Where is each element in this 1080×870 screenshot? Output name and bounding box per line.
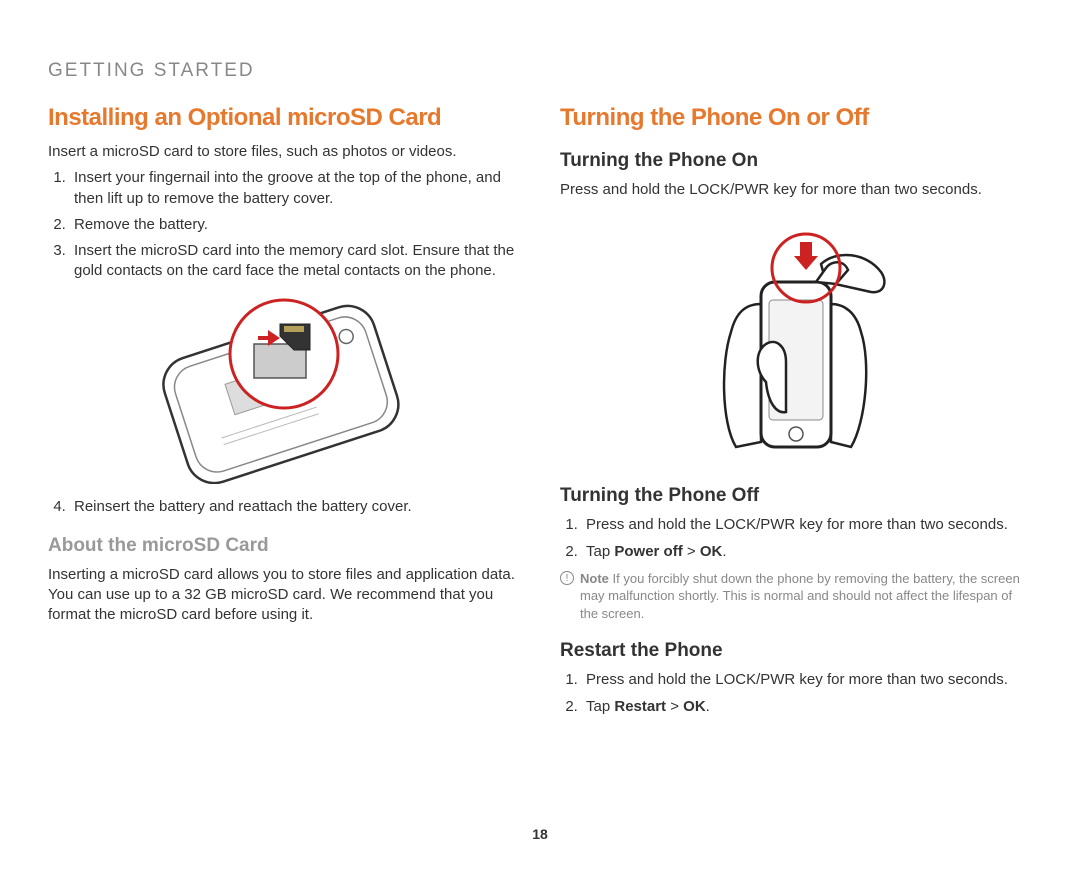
step-1: Insert your fingernail into the groove a… <box>70 168 520 209</box>
off-step-2-bold2: OK <box>700 543 723 560</box>
note: ! Note If you forcibly shut down the pho… <box>560 570 1032 623</box>
microsd-install-figure <box>48 294 520 489</box>
restart-heading: Restart the Phone <box>560 640 1032 662</box>
note-body: Note If you forcibly shut down the phone… <box>580 570 1032 623</box>
off-steps: Press and hold the LOCK/PWR key for more… <box>560 515 1032 562</box>
restart-step-1: Press and hold the LOCK/PWR key for more… <box>582 670 1032 690</box>
section-header: GETTING STARTED <box>48 60 1032 82</box>
restart-step-2: Tap Restart > OK. <box>582 697 1032 717</box>
off-step-1: Press and hold the LOCK/PWR key for more… <box>582 515 1032 535</box>
note-label: Note <box>580 571 609 586</box>
right-title: Turning the Phone On or Off <box>560 104 1032 132</box>
left-title: Installing an Optional microSD Card <box>48 104 520 132</box>
off-step-2-pre: Tap <box>586 543 614 560</box>
restart-step-2-bold: Restart <box>614 698 666 715</box>
restart-step-2-mid: > <box>666 698 683 715</box>
on-heading: Turning the Phone On <box>560 150 1032 172</box>
note-text: If you forcibly shut down the phone by r… <box>580 571 1020 621</box>
off-step-2-bold: Power off <box>614 543 682 560</box>
off-step-2: Tap Power off > OK. <box>582 542 1032 562</box>
off-step-2-post: . <box>722 543 726 560</box>
about-heading: About the microSD Card <box>48 535 520 557</box>
on-body: Press and hold the LOCK/PWR key for more… <box>560 180 1032 200</box>
off-step-2-mid: > <box>683 543 700 560</box>
restart-step-2-pre: Tap <box>586 698 614 715</box>
about-body: Inserting a microSD card allows you to s… <box>48 565 520 626</box>
left-intro: Insert a microSD card to store files, su… <box>48 142 520 162</box>
restart-step-2-bold2: OK <box>683 698 706 715</box>
page-number: 18 <box>0 826 1080 842</box>
power-on-figure <box>560 212 1032 467</box>
off-heading: Turning the Phone Off <box>560 485 1032 507</box>
left-steps-a: Insert your fingernail into the groove a… <box>48 168 520 281</box>
step-4: Reinsert the battery and reattach the ba… <box>70 497 520 517</box>
left-column: Installing an Optional microSD Card Inse… <box>48 90 520 723</box>
right-column: Turning the Phone On or Off Turning the … <box>560 90 1032 723</box>
step-2: Remove the battery. <box>70 215 520 235</box>
info-icon: ! <box>560 571 574 585</box>
left-steps-b: Reinsert the battery and reattach the ba… <box>48 497 520 517</box>
step-3: Insert the microSD card into the memory … <box>70 241 520 282</box>
restart-steps: Press and hold the LOCK/PWR key for more… <box>560 670 1032 717</box>
restart-step-2-post: . <box>706 698 710 715</box>
